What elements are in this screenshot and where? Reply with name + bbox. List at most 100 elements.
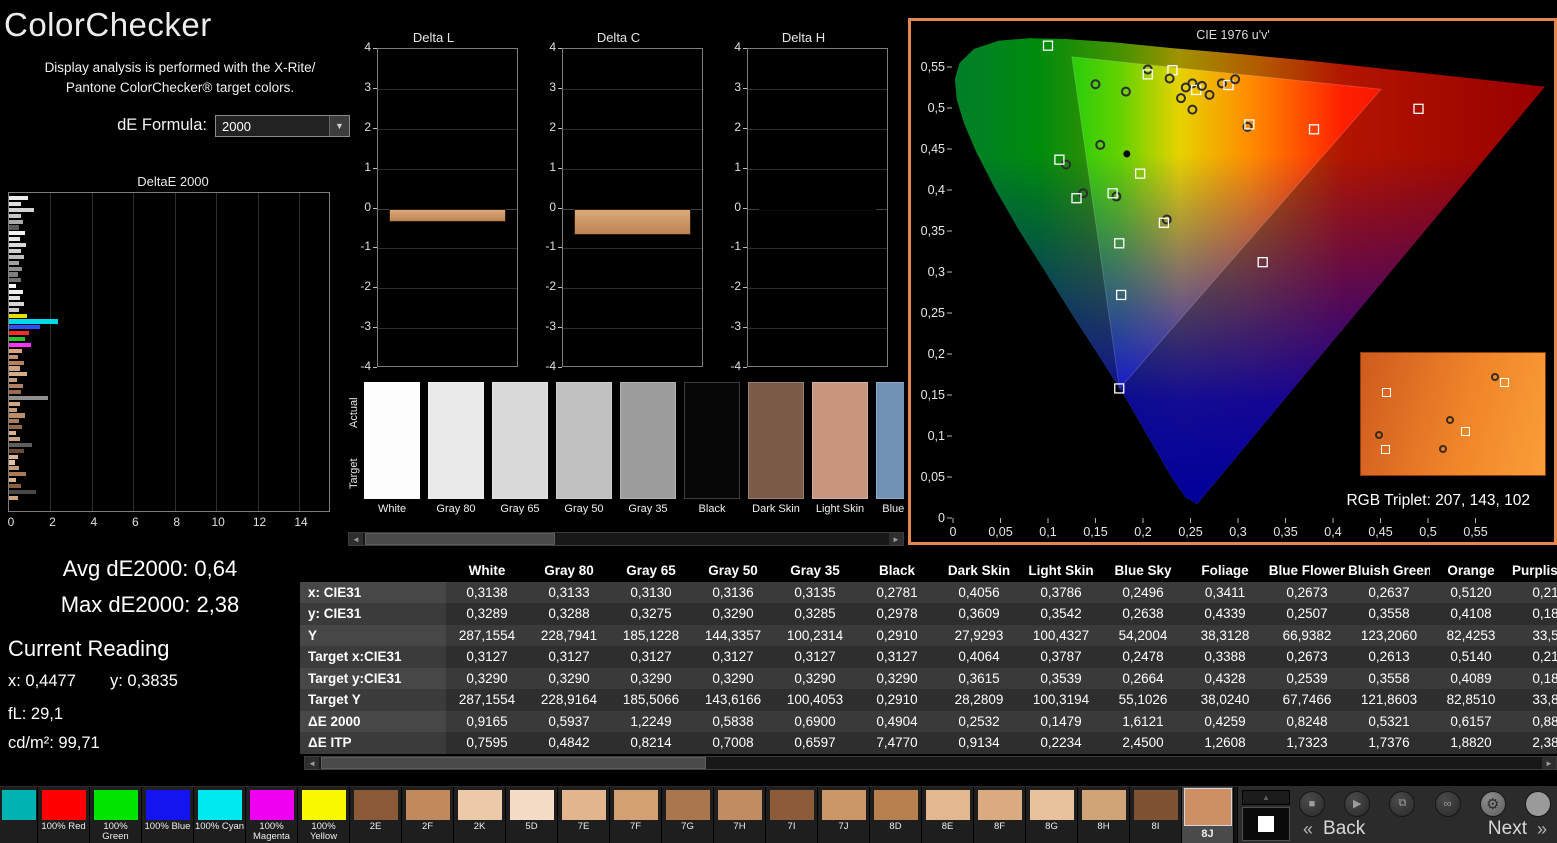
deltae-bar [9, 296, 20, 300]
deltae-bar [9, 449, 24, 453]
y-tick-label: 2 [530, 120, 556, 134]
patch-7j[interactable]: 7J [818, 787, 870, 843]
patch-7e[interactable]: 7E [558, 787, 610, 843]
next-button[interactable]: Next [1488, 818, 1527, 840]
patch-100-green[interactable]: 100% Green [90, 787, 142, 843]
loop-icon[interactable]: ∞ [1435, 791, 1461, 817]
swatch-scrollbar[interactable]: ◄ ► [348, 532, 904, 546]
de-formula-select[interactable]: 2000 ▼ [215, 115, 350, 137]
deltae-bar [9, 384, 23, 388]
patch-8h[interactable]: 8H [1078, 787, 1130, 843]
deltae-bar [9, 231, 25, 235]
table-cell: 100,3194 [1020, 689, 1102, 711]
patch-2f[interactable]: 2F [402, 787, 454, 843]
patch-strip: 100% Red100% Green100% Blue100% Cyan100%… [0, 787, 1237, 843]
row-label: ΔE ITP [300, 732, 446, 754]
patch-100-cyan[interactable]: 100% Cyan [194, 787, 246, 843]
deltae-bar [9, 366, 20, 370]
back-chevron-icon[interactable]: « [1303, 819, 1313, 840]
patch-100-magenta[interactable]: 100% Magenta [246, 787, 298, 843]
column-header: Gray 80 [528, 560, 610, 582]
deltae-bar [9, 372, 27, 376]
gear-icon[interactable]: ⚙ [1480, 791, 1506, 817]
swatch-scroll-track[interactable] [363, 533, 889, 545]
table-cell: 287,1554 [446, 689, 528, 711]
patch-7h[interactable]: 7H [714, 787, 766, 843]
delta-chart-title: Delta C [530, 30, 707, 46]
y-tick-label: 3 [530, 80, 556, 94]
table-cell: 0,2637 [1348, 582, 1430, 604]
table-cell: 0,3127 [856, 646, 938, 668]
avg-de2000: Avg dE2000: 0,64 [0, 556, 300, 582]
table-cell: 1,8820 [1430, 732, 1512, 754]
current-y: y: 0,3835 [110, 672, 178, 691]
back-button[interactable]: Back [1323, 818, 1365, 840]
pattern-square-button[interactable] [1242, 807, 1290, 841]
x-tick-label: 2 [49, 515, 56, 529]
gridline [563, 288, 702, 289]
scroll-right-icon[interactable]: ► [889, 533, 903, 545]
scroll-left-icon[interactable]: ◄ [349, 533, 363, 545]
pattern-window-icon[interactable]: ⧉ [1389, 791, 1415, 817]
x-tick-label: 6 [132, 515, 139, 529]
patch-8e[interactable]: 8E [922, 787, 974, 843]
table-scrollbar[interactable]: ◄ ► [304, 756, 1557, 770]
patch-5d[interactable]: 5D [506, 787, 558, 843]
patch-2k[interactable]: 2K [454, 787, 506, 843]
current-fl: fL: 29,1 [8, 705, 300, 724]
patch-8j[interactable]: 8J [1182, 787, 1234, 843]
patch-7f[interactable]: 7F [610, 787, 662, 843]
deltae-bar [9, 396, 48, 400]
svg-text:0: 0 [938, 511, 945, 525]
blank-icon[interactable] [1525, 791, 1551, 817]
table-cell: 7,4770 [856, 732, 938, 754]
scroll-right-icon[interactable]: ► [1542, 757, 1556, 769]
patch-8g[interactable]: 8G [1026, 787, 1078, 843]
stop-icon[interactable]: ■ [1299, 791, 1325, 817]
column-header: Blue Flower [1266, 560, 1348, 582]
table-cell: 0,5838 [692, 711, 774, 733]
table-row: y: CIE310,32890,32880,32750,32900,32850,… [300, 603, 1557, 625]
next-chevron-icon[interactable]: » [1537, 819, 1547, 840]
patch-8i[interactable]: 8I [1130, 787, 1182, 843]
deltae-bar [9, 202, 21, 206]
deltae-bar [9, 343, 31, 347]
patch-edge[interactable] [0, 787, 38, 843]
svg-text:0,3: 0,3 [1229, 525, 1246, 539]
scroll-left-icon[interactable]: ◄ [305, 757, 319, 769]
patch-100-red[interactable]: 100% Red [38, 787, 90, 843]
table-scroll-track[interactable] [319, 757, 1542, 769]
play-icon[interactable]: ▶ [1344, 791, 1370, 817]
up-arrow-icon[interactable]: ▲ [1242, 790, 1290, 805]
column-header: Light Skin [1020, 560, 1102, 582]
patch-7g[interactable]: 7G [662, 787, 714, 843]
nav-row: « Back Next » [1297, 817, 1553, 841]
measure-marker [1491, 373, 1499, 381]
patch-100-blue[interactable]: 100% Blue [142, 787, 194, 843]
patch-2e[interactable]: 2E [350, 787, 402, 843]
table-cell: 0,2673 [1266, 646, 1348, 668]
patch-label: 7I [788, 822, 796, 832]
svg-text:0,15: 0,15 [921, 388, 945, 402]
table-cell: 27,9293 [938, 625, 1020, 647]
table-cell: 0,3388 [1184, 646, 1266, 668]
swatch-scroll-thumb[interactable] [365, 533, 555, 545]
table-scroll-thumb[interactable] [321, 757, 706, 769]
page-title: ColorChecker [0, 0, 360, 44]
table-cell: 82,8510 [1430, 689, 1512, 711]
swatch-gray-80: Gray 80 [428, 382, 484, 524]
table-cell: 0,3290 [692, 668, 774, 690]
de-formula-label: dE Formula: [117, 116, 207, 135]
patch-7i[interactable]: 7I [766, 787, 818, 843]
table-cell: 0,2781 [856, 582, 938, 604]
table-cell: 0,3615 [938, 668, 1020, 690]
patch-label: 100% Magenta [246, 822, 297, 843]
svg-text:0: 0 [950, 525, 957, 539]
patch-100-yellow[interactable]: 100% Yellow [298, 787, 350, 843]
gridline [378, 288, 517, 289]
swatch-axis-labels: ActualTarget [346, 382, 362, 504]
patch-8d[interactable]: 8D [870, 787, 922, 843]
table-cell: 66,9382 [1266, 625, 1348, 647]
patch-8f[interactable]: 8F [974, 787, 1026, 843]
table-cell: 0,5140 [1430, 646, 1512, 668]
